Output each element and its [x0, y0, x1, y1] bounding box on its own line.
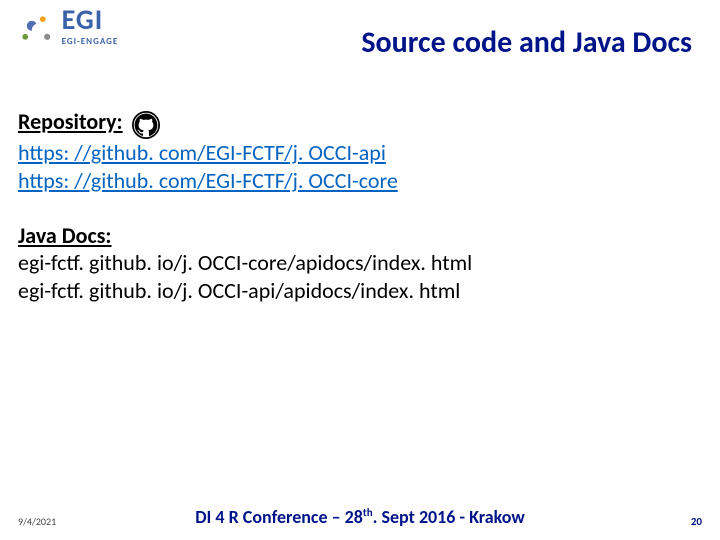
footer-page-number: 20: [691, 515, 702, 528]
slide: EGI EGI-ENGAGE Source code and Java Docs…: [0, 0, 720, 540]
logo-tagline: EGI-ENGAGE: [62, 36, 119, 47]
repo-link-core[interactable]: https: //github. com/EGI-FCTF/j. OCCI-co…: [18, 167, 702, 195]
logo: EGI EGI-ENGAGE: [12, 6, 118, 50]
logo-text: EGI EGI-ENGAGE: [62, 6, 119, 47]
logo-name: EGI: [62, 6, 119, 34]
javadocs-section: Java Docs: egi-fctf. github. io/j. OCCI-…: [18, 222, 702, 304]
javadocs-line-core: egi-fctf. github. io/j. OCCI-core/apidoc…: [18, 249, 702, 277]
repository-heading: Repository:: [18, 108, 123, 135]
egi-burst-icon: [12, 6, 56, 50]
javadocs-line-api: egi-fctf. github. io/j. OCCI-api/apidocs…: [18, 277, 702, 305]
footer-conference: DI 4 R Conference – 28th. Sept 2016 - Kr…: [0, 506, 720, 528]
footer-center-pre: DI 4 R Conference – 28: [195, 506, 363, 528]
github-icon: [132, 111, 160, 139]
footer-center-post: . Sept 2016 - Krakow: [373, 506, 525, 528]
content: Repository: https: //github. com/EGI-FCT…: [18, 108, 702, 304]
slide-title: Source code and Java Docs: [361, 24, 692, 61]
repo-link-api[interactable]: https: //github. com/EGI-FCTF/j. OCCI-ap…: [18, 139, 702, 167]
footer-center-sup: th: [363, 506, 373, 519]
javadocs-heading: Java Docs:: [18, 222, 112, 249]
repository-section: Repository: https: //github. com/EGI-FCT…: [18, 108, 702, 194]
